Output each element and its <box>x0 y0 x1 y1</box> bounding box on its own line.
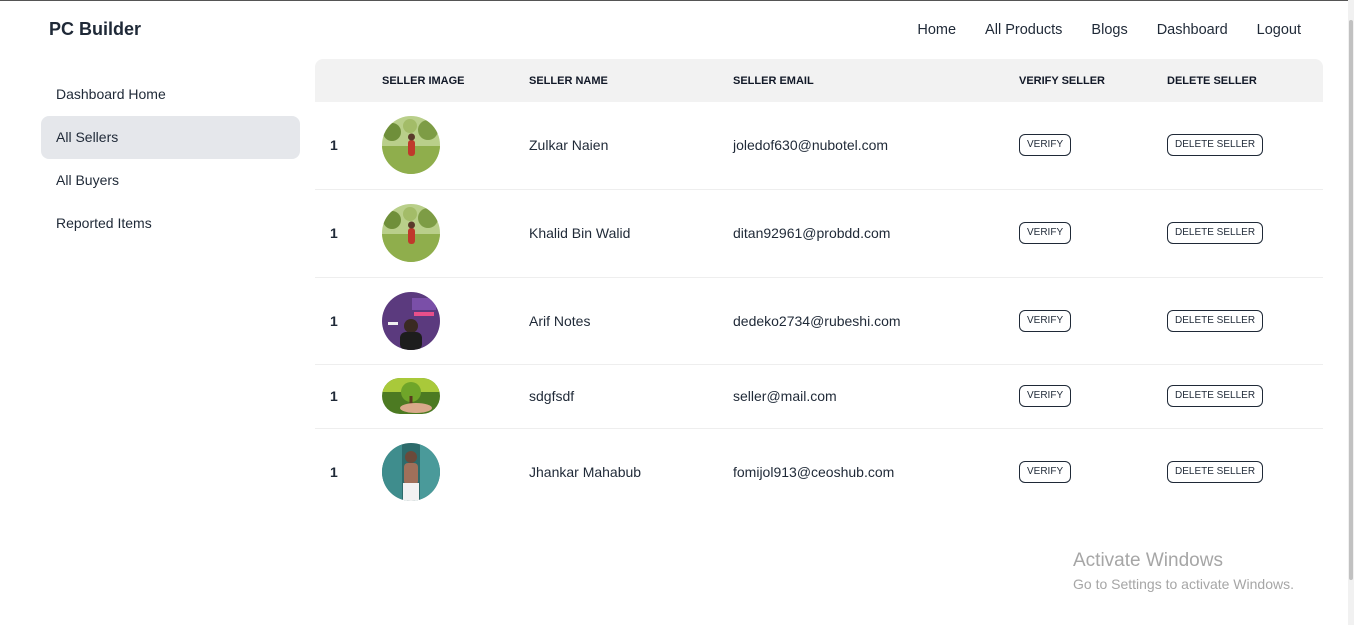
header-seller-email: Seller Email <box>733 74 814 87</box>
sidebar-item-dashboard-home[interactable]: Dashboard Home <box>41 73 300 116</box>
row-index: 1 <box>330 225 338 241</box>
seller-name: Zulkar Naien <box>529 137 609 154</box>
table-row: 1 sdgfsdf seller@mail.com Verify Delete … <box>315 364 1323 428</box>
header-index <box>315 59 382 102</box>
table-row: 1 Arif Notes dedeko2734@rubeshi.com Veri… <box>315 277 1323 364</box>
delete-seller-button[interactable]: Delete Seller <box>1167 134 1264 157</box>
seller-name: sdgfsdf <box>529 388 575 404</box>
seller-email: seller@mail.com <box>733 388 837 404</box>
seller-name: Khalid Bin Walid <box>529 225 631 241</box>
delete-seller-button[interactable]: Delete Seller <box>1167 309 1264 332</box>
watermark-title: Activate Windows <box>1073 550 1223 571</box>
seller-name: Arif Notes <box>529 312 591 329</box>
delete-seller-button[interactable]: Delete Seller <box>1167 461 1264 484</box>
table-row: 1 Zulkar Naien joledof630@nubotel.com Ve… <box>315 102 1323 189</box>
header-verify-seller: Verify Seller <box>1019 74 1105 87</box>
nav-home-link[interactable]: Home <box>917 22 956 38</box>
seller-name: Jhankar Mahabub <box>529 464 642 481</box>
seller-email: fomijol913@ceoshub.com <box>733 464 895 481</box>
verify-seller-button[interactable]: Verify <box>1019 461 1072 484</box>
seller-avatar <box>382 116 440 175</box>
nav-blogs-link[interactable]: Blogs <box>1091 22 1127 38</box>
sellers-table-container: Seller Image Seller Name Seller Email Ve… <box>315 59 1323 516</box>
sellers-table: Seller Image Seller Name Seller Email Ve… <box>315 59 1323 516</box>
seller-email: joledof630@nubotel.com <box>733 137 889 154</box>
verify-seller-button[interactable]: Verify <box>1019 385 1072 407</box>
table-row: 1 Khalid Bin Walid ditan92961@probdd.com… <box>315 189 1323 277</box>
sidebar-item-all-buyers[interactable]: All Buyers <box>41 159 300 202</box>
verify-seller-button[interactable]: Verify <box>1019 222 1072 244</box>
row-index: 1 <box>330 312 338 329</box>
page-scrollbar[interactable] <box>1348 0 1354 625</box>
dashboard-sidebar: Dashboard Home All Sellers All Buyers Re… <box>41 73 300 245</box>
activate-windows-watermark: Activate Windows Go to Settings to activ… <box>1073 550 1294 592</box>
nav-all-products-link[interactable]: All Products <box>985 22 1062 38</box>
header-seller-name: Seller Name <box>529 74 608 87</box>
delete-seller-button[interactable]: Delete Seller <box>1167 385 1264 407</box>
scrollbar-thumb[interactable] <box>1349 20 1353 580</box>
table-header-row: Seller Image Seller Name Seller Email Ve… <box>315 59 1323 102</box>
nav-dashboard-link[interactable]: Dashboard <box>1157 22 1228 38</box>
seller-email: dedeko2734@rubeshi.com <box>733 312 901 329</box>
header-delete-seller: Delete Seller <box>1167 74 1257 87</box>
watermark-subtitle: Go to Settings to activate Windows. <box>1073 576 1294 592</box>
seller-avatar <box>382 204 440 262</box>
seller-email: ditan92961@probdd.com <box>733 225 891 241</box>
table-row: 1 Jhankar Mahabub fomijol913@ceoshub.com… <box>315 428 1323 516</box>
seller-avatar <box>382 443 440 502</box>
sidebar-item-reported-items[interactable]: Reported Items <box>41 202 300 245</box>
verify-seller-button[interactable]: Verify <box>1019 134 1072 157</box>
nav-logout-link[interactable]: Logout <box>1257 22 1301 38</box>
delete-seller-button[interactable]: Delete Seller <box>1167 222 1264 244</box>
verify-seller-button[interactable]: Verify <box>1019 309 1072 332</box>
row-index: 1 <box>330 388 338 404</box>
seller-avatar <box>382 378 440 414</box>
seller-avatar <box>382 291 440 350</box>
sidebar-item-all-sellers[interactable]: All Sellers <box>41 116 300 159</box>
header-seller-image: Seller Image <box>382 74 465 87</box>
row-index: 1 <box>330 464 338 481</box>
navbar: PC Builder Home All Products Blogs Dashb… <box>0 1 1348 59</box>
row-index: 1 <box>330 137 338 154</box>
brand-logo[interactable]: PC Builder <box>49 19 141 40</box>
nav-links: Home All Products Blogs Dashboard Logout <box>917 22 1301 38</box>
